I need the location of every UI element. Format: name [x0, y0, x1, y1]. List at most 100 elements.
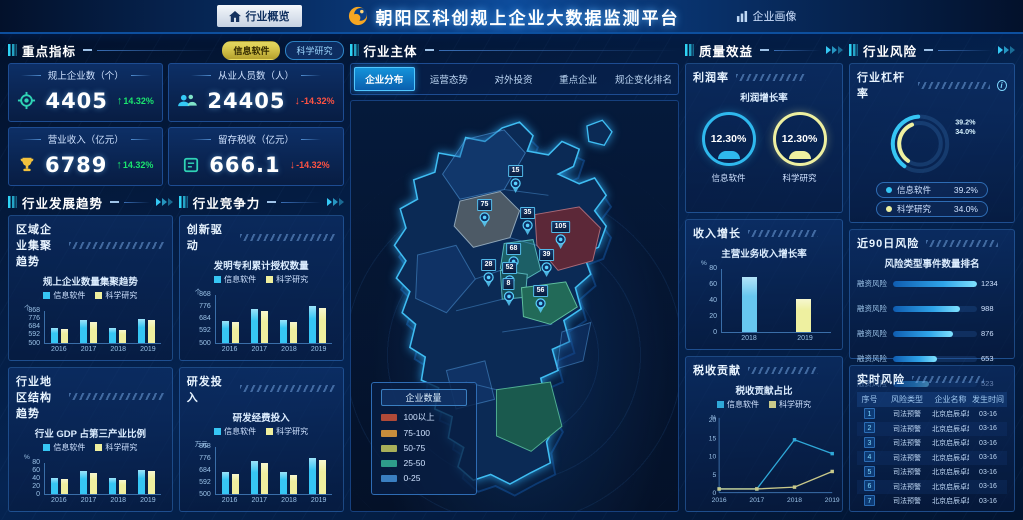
tab-3[interactable]: 重点企业 [547, 67, 609, 91]
bar-group [80, 463, 97, 495]
hbar-track [893, 331, 977, 337]
risk-table-cell: 北京启辰卓越科技有限公司 [932, 438, 969, 448]
bar [319, 308, 326, 343]
map-marker-5[interactable]: 39 [539, 249, 555, 277]
tab-2[interactable]: 对外投资 [483, 67, 545, 91]
risk-table-cell: 4 [857, 451, 882, 464]
risk-table-cell: 北京启辰卓越科技有限公司 [932, 482, 969, 492]
risk-table-cell: 北京启辰卓越科技有限公司 [932, 467, 969, 477]
tab-1[interactable]: 运营态势 [418, 67, 480, 91]
chart-plot-area: 500592684776868个 [187, 295, 334, 344]
risk-header: 行业风险 [849, 40, 1015, 60]
legend-item: 科学研究 [266, 274, 308, 285]
gauge-1: 12.30%科学研究 [773, 112, 827, 184]
table-row[interactable]: 2司法预警北京启辰卓越科技有限公司03-16 [857, 422, 1007, 437]
table-row[interactable]: 6司法预警北京启辰卓越科技有限公司03-16 [857, 480, 1007, 495]
hbar-fill [893, 306, 960, 312]
section-ornament-icon [685, 44, 694, 56]
y-axis-tick: 776 [187, 455, 211, 462]
risk-table-cell: 北京启辰卓越科技有限公司 [932, 496, 969, 506]
title-dash [425, 49, 434, 51]
map-marker-0[interactable]: 15 [508, 165, 524, 193]
chart-legend: 信息软件科学研究 [187, 274, 336, 285]
x-axis-label: 2019 [777, 333, 833, 344]
kpi-filter-1[interactable]: 科学研究 [285, 41, 343, 60]
center-column: 行业主体 企业分布运营态势对外投资重点企业规企变化排名 [350, 40, 680, 512]
bar [309, 306, 316, 342]
risk-table-header: 序号风险类型企业名称发生时间 [857, 392, 1007, 407]
chevron-right-icon[interactable] [155, 198, 173, 206]
x-axis-label: 2018 [274, 344, 304, 355]
table-row[interactable]: 7司法预警北京启辰卓越科技有限公司03-16 [857, 494, 1007, 506]
legend-swatch [214, 276, 221, 283]
map-marker-9[interactable]: 56 [533, 285, 549, 313]
x-axis-label: 2019 [304, 495, 334, 506]
marker-value: 8 [503, 278, 515, 290]
x-axis-label: 2018 [721, 333, 777, 344]
nav-industry-overview[interactable]: 行业概览 [217, 5, 302, 27]
table-row[interactable]: 5司法预警北京启辰卓越科技有限公司03-16 [857, 465, 1007, 480]
info-icon[interactable]: i [997, 80, 1007, 91]
map-marker-8[interactable]: 8 [502, 278, 515, 306]
chevron-right-icon[interactable] [326, 198, 344, 206]
x-axis-label: 2016 [215, 344, 245, 355]
row-index-badge: 5 [864, 466, 875, 477]
chart-plot-area: 500592684776868万元 [187, 447, 334, 496]
map-marker-2[interactable]: 35 [520, 207, 536, 235]
platform-title-wrap: 朝阳区科创规上企业大数据监测平台 [348, 4, 680, 29]
hatch-decoration [918, 82, 990, 89]
bar [148, 471, 155, 494]
legend-swatch [266, 428, 273, 435]
bar [80, 471, 87, 494]
bar-group [222, 447, 239, 495]
row-index-badge: 3 [864, 437, 875, 448]
map-pin-icon [540, 262, 553, 277]
quality-column: 质量效益 利润率 利润增长率12.30%信息软件12.30%科学研究 收入增长 … [685, 40, 843, 512]
bar-group [251, 295, 268, 343]
kpi-filter-0[interactable]: 信息软件 [222, 41, 280, 60]
hbar-track [893, 306, 977, 312]
title-line [124, 202, 150, 203]
delta-arrow-icon: ↑ [117, 95, 123, 107]
hbar-row-1: 融资风险988 [857, 303, 1007, 314]
nav-left-label: 行业概览 [246, 8, 290, 24]
risk-table-cell: 司法预警 [882, 453, 932, 463]
hatch-decoration [912, 376, 984, 383]
legend-item: 信息软件 [214, 274, 256, 285]
map-marker-1[interactable]: 75 [477, 199, 493, 227]
bar [290, 475, 297, 494]
bar-group [251, 447, 268, 495]
realtime-risk-card: 实时风险 序号风险类型企业名称发生时间1司法预警北京启辰卓越科技有限公司03-1… [849, 365, 1015, 512]
industry-trend-title: 行业发展趋势 [22, 193, 103, 212]
subsection-header: 行业地区结构趋势 [16, 373, 165, 421]
risk-table-cell: 司法预警 [882, 496, 932, 506]
industry-trend-header: 行业发展趋势 [8, 192, 173, 212]
map-pin-icon [502, 291, 515, 306]
marker-value: 56 [533, 285, 549, 297]
map-marker-6[interactable]: 28 [481, 259, 497, 287]
bar [290, 322, 297, 343]
subsection-title: 实时风险 [857, 371, 905, 387]
map-pin-icon [534, 298, 547, 313]
dashboard-root: 行业概览 朝阳区科创规上企业大数据监测平台 企业画像 重点指标 信息软件科学研究… [0, 0, 1023, 520]
table-row[interactable]: 3司法预警北京启辰卓越科技有限公司03-16 [857, 436, 1007, 451]
gauge-hump [789, 151, 811, 159]
tab-0[interactable]: 企业分布 [354, 67, 416, 91]
subsection-title: 税收贡献 [693, 362, 741, 378]
table-row[interactable]: 1司法预警北京启辰卓越科技有限公司03-16 [857, 407, 1007, 422]
risk-table-header-cell: 发生时间 [969, 394, 1007, 405]
y-axis-tick: 684 [187, 315, 211, 322]
kpi-card-label: 留存税收（亿元） [177, 132, 334, 146]
hbar-value: 653 [981, 354, 1007, 363]
bar-group [309, 295, 326, 343]
nav-enterprise-portrait[interactable]: 企业画像 [726, 5, 807, 27]
chevron-right-icon[interactable] [825, 46, 843, 54]
chevron-right-icon[interactable] [997, 46, 1015, 54]
table-row[interactable]: 4司法预警北京启辰卓越科技有限公司03-16 [857, 451, 1007, 466]
y-axis-tick: 0 [693, 329, 717, 336]
tab-4[interactable]: 规企变化排名 [612, 67, 675, 91]
risk-table-cell: 北京启辰卓越科技有限公司 [932, 424, 969, 434]
bar [280, 320, 287, 343]
map-marker-3[interactable]: 105 [551, 221, 571, 249]
kpi-filter-pills: 信息软件科学研究 [222, 41, 343, 60]
